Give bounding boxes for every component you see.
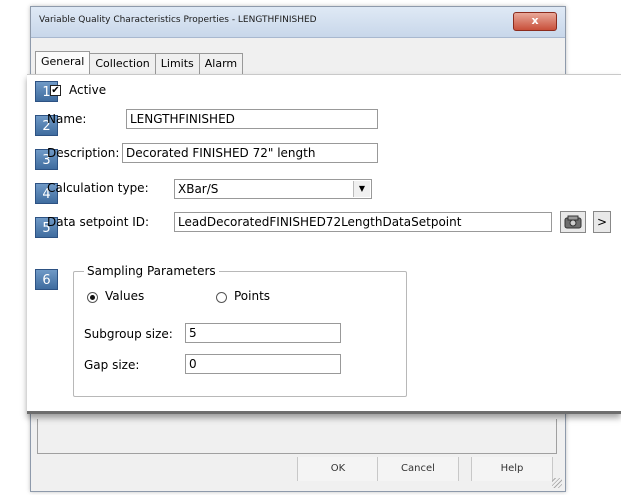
help-button[interactable]: Help [471, 457, 553, 481]
values-radio[interactable] [87, 292, 98, 303]
active-label: Active [69, 83, 107, 97]
sampling-parameters-title: Sampling Parameters [84, 264, 219, 278]
setpoint-browse-button[interactable] [560, 211, 586, 233]
general-tab-panel: 1 ✔ Active 2 Name: LENGTHFINISHED 3 Desc… [27, 74, 621, 414]
tab-pane [37, 419, 557, 454]
tab-limits[interactable]: Limits [155, 53, 200, 74]
cancel-button[interactable]: Cancel [377, 457, 459, 481]
description-label: Description: [47, 146, 120, 160]
callout-badge-6: 6 [35, 269, 58, 290]
values-radio-label: Values [105, 289, 145, 303]
name-input[interactable]: LENGTHFINISHED [126, 109, 378, 129]
name-label: Name: [47, 112, 87, 126]
calc-type-value: XBar/S [178, 182, 219, 196]
subgroup-size-input[interactable]: 5 [185, 323, 341, 343]
gap-size-label: Gap size: [84, 358, 140, 372]
calc-type-select[interactable]: XBar/S ▼ [174, 179, 372, 199]
tab-general[interactable]: General [35, 51, 91, 74]
tab-collection[interactable]: Collection [90, 53, 156, 74]
window-title: Variable Quality Characteristics Propert… [39, 15, 317, 25]
ok-button[interactable]: OK [297, 457, 379, 481]
description-input[interactable]: Decorated FINISHED 72" length [122, 143, 378, 163]
setpoint-browse-icon [564, 215, 582, 229]
setpoint-input[interactable]: LeadDecoratedFINISHED72LengthDataSetpoin… [174, 212, 552, 232]
sampling-parameters-group: Sampling Parameters Values Points Subgro… [73, 264, 407, 397]
active-checkbox[interactable]: ✔ [50, 85, 61, 96]
gap-size-input[interactable]: 0 [185, 354, 341, 374]
tab-strip: General Collection Limits Alarm [35, 51, 244, 74]
calc-type-label: Calculation type: [47, 181, 149, 195]
points-radio-label: Points [234, 289, 271, 303]
setpoint-more-button[interactable]: > [593, 211, 611, 233]
subgroup-size-label: Subgroup size: [84, 327, 173, 341]
resize-grip-icon[interactable] [552, 478, 562, 488]
title-bar[interactable]: Variable Quality Characteristics Propert… [31, 7, 565, 38]
checkmark-icon: ✔ [51, 85, 60, 96]
points-radio[interactable] [216, 292, 227, 303]
tab-alarm[interactable]: Alarm [199, 53, 244, 74]
chevron-down-icon[interactable]: ▼ [353, 181, 370, 197]
setpoint-label: Data setpoint ID: [47, 215, 150, 229]
close-button[interactable]: x [513, 12, 557, 31]
